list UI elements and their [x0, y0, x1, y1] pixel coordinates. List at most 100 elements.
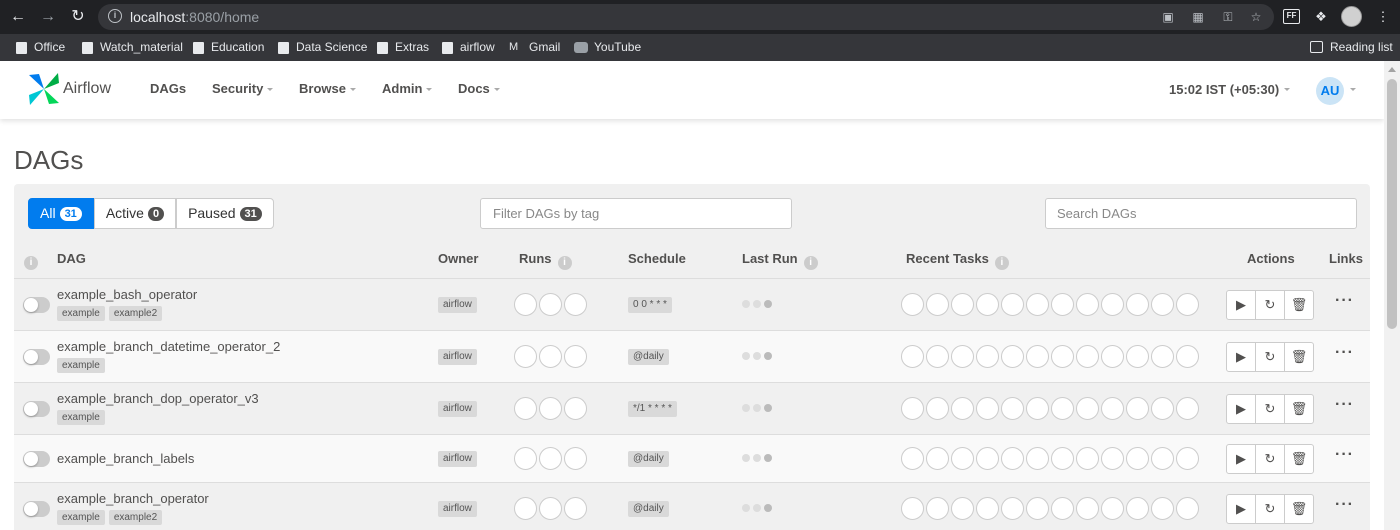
- task-state-circle[interactable]: [1176, 397, 1199, 420]
- run-state-circle[interactable]: [564, 293, 587, 316]
- task-state-circle[interactable]: [926, 397, 949, 420]
- run-state-circle[interactable]: [564, 345, 587, 368]
- task-state-circle[interactable]: [951, 447, 974, 470]
- user-avatar[interactable]: AU: [1316, 77, 1344, 105]
- task-state-circle[interactable]: [1101, 447, 1124, 470]
- bookmark-star-icon[interactable]: ☆: [1248, 9, 1264, 25]
- task-state-circle[interactable]: [1051, 447, 1074, 470]
- pause-toggle[interactable]: [23, 401, 50, 417]
- task-state-circle[interactable]: [1051, 293, 1074, 316]
- nav-browse[interactable]: Browse: [299, 81, 356, 96]
- task-state-circle[interactable]: [901, 447, 924, 470]
- task-state-circle[interactable]: [951, 293, 974, 316]
- links-menu-button[interactable]: ···: [1335, 446, 1354, 464]
- task-state-circle[interactable]: [1051, 397, 1074, 420]
- filter-paused-button[interactable]: Paused 31: [176, 198, 274, 229]
- run-state-circle[interactable]: [539, 293, 562, 316]
- nav-admin[interactable]: Admin: [382, 81, 433, 96]
- site-info-icon[interactable]: i: [108, 9, 122, 23]
- task-state-circle[interactable]: [1151, 447, 1174, 470]
- pause-toggle[interactable]: [23, 451, 50, 467]
- bookmark-education[interactable]: Education: [191, 39, 264, 56]
- airflow-logo-icon[interactable]: [27, 71, 61, 107]
- task-state-circle[interactable]: [951, 497, 974, 520]
- task-state-circle[interactable]: [1076, 345, 1099, 368]
- dag-name-link[interactable]: example_branch_operator: [57, 491, 209, 506]
- task-state-circle[interactable]: [926, 447, 949, 470]
- task-state-circle[interactable]: [1026, 293, 1049, 316]
- nav-docs[interactable]: Docs: [458, 81, 500, 96]
- reading-list-button[interactable]: Reading list: [1310, 39, 1393, 56]
- scroll-up-arrow-icon[interactable]: [1388, 67, 1396, 72]
- dag-tag[interactable]: example2: [108, 510, 163, 525]
- task-state-circle[interactable]: [926, 293, 949, 316]
- trigger-dag-button[interactable]: ▶: [1227, 445, 1256, 473]
- dag-tag[interactable]: example: [57, 510, 105, 525]
- task-state-circle[interactable]: [1026, 447, 1049, 470]
- refresh-dag-button[interactable]: ↻: [1256, 291, 1285, 319]
- task-state-circle[interactable]: [901, 293, 924, 316]
- task-state-circle[interactable]: [1151, 397, 1174, 420]
- task-state-circle[interactable]: [901, 345, 924, 368]
- task-state-circle[interactable]: [1051, 497, 1074, 520]
- task-state-circle[interactable]: [1176, 447, 1199, 470]
- task-state-circle[interactable]: [976, 345, 999, 368]
- delete-dag-button[interactable]: 🗑: [1285, 445, 1313, 473]
- trigger-dag-button[interactable]: ▶: [1227, 291, 1256, 319]
- task-state-circle[interactable]: [1126, 497, 1149, 520]
- delete-dag-button[interactable]: 🗑: [1285, 495, 1313, 523]
- task-state-circle[interactable]: [1176, 293, 1199, 316]
- owner-badge[interactable]: airflow: [438, 401, 477, 417]
- task-state-circle[interactable]: [1101, 397, 1124, 420]
- dag-name-link[interactable]: example_branch_datetime_operator_2: [57, 339, 280, 354]
- trigger-dag-button[interactable]: ▶: [1227, 495, 1256, 523]
- column-dag[interactable]: DAG: [57, 251, 86, 266]
- refresh-dag-button[interactable]: ↻: [1256, 395, 1285, 423]
- nav-dags[interactable]: DAGs: [150, 81, 186, 96]
- task-state-circle[interactable]: [1001, 293, 1024, 316]
- links-menu-button[interactable]: ···: [1335, 292, 1354, 310]
- task-state-circle[interactable]: [1026, 397, 1049, 420]
- task-state-circle[interactable]: [1026, 497, 1049, 520]
- task-state-circle[interactable]: [1151, 497, 1174, 520]
- task-state-circle[interactable]: [951, 397, 974, 420]
- run-state-circle[interactable]: [564, 497, 587, 520]
- task-state-circle[interactable]: [1151, 345, 1174, 368]
- tag-filter-input[interactable]: Filter DAGs by tag: [480, 198, 792, 229]
- bookmark-extras[interactable]: Extras: [375, 39, 429, 56]
- task-state-circle[interactable]: [1101, 345, 1124, 368]
- delete-dag-button[interactable]: 🗑: [1285, 395, 1313, 423]
- task-state-circle[interactable]: [976, 497, 999, 520]
- task-state-circle[interactable]: [1001, 497, 1024, 520]
- task-state-circle[interactable]: [1126, 293, 1149, 316]
- bookmark-youtube[interactable]: YouTube: [574, 39, 641, 56]
- nav-security[interactable]: Security: [212, 81, 274, 96]
- dag-tag[interactable]: example: [57, 410, 105, 425]
- owner-badge[interactable]: airflow: [438, 349, 477, 365]
- pause-toggle[interactable]: [23, 501, 50, 517]
- schedule-badge[interactable]: @daily: [628, 349, 669, 365]
- schedule-badge[interactable]: */1 * * * *: [628, 401, 677, 417]
- dag-name-link[interactable]: example_branch_dop_operator_v3: [57, 391, 259, 406]
- cast-icon[interactable]: ▣: [1160, 9, 1176, 25]
- timezone-clock[interactable]: 15:02 IST (+05:30): [1169, 82, 1279, 97]
- bookmark-watch-material[interactable]: Watch_material: [80, 39, 183, 56]
- run-state-circle[interactable]: [514, 293, 537, 316]
- task-state-circle[interactable]: [901, 497, 924, 520]
- links-menu-button[interactable]: ···: [1335, 344, 1354, 362]
- dag-name-link[interactable]: example_branch_labels: [57, 451, 194, 466]
- task-state-circle[interactable]: [976, 293, 999, 316]
- filter-active-button[interactable]: Active 0: [93, 198, 177, 229]
- scroll-thumb[interactable]: [1387, 79, 1397, 329]
- task-state-circle[interactable]: [1101, 293, 1124, 316]
- task-state-circle[interactable]: [1151, 293, 1174, 316]
- trigger-dag-button[interactable]: ▶: [1227, 395, 1256, 423]
- trigger-dag-button[interactable]: ▶: [1227, 343, 1256, 371]
- task-state-circle[interactable]: [1076, 447, 1099, 470]
- run-state-circle[interactable]: [539, 345, 562, 368]
- refresh-dag-button[interactable]: ↻: [1256, 495, 1285, 523]
- bookmark-data-science[interactable]: Data Science: [276, 39, 367, 56]
- menu-kebab-icon[interactable]: ⋮: [1374, 8, 1392, 26]
- task-state-circle[interactable]: [1176, 345, 1199, 368]
- run-state-circle[interactable]: [564, 447, 587, 470]
